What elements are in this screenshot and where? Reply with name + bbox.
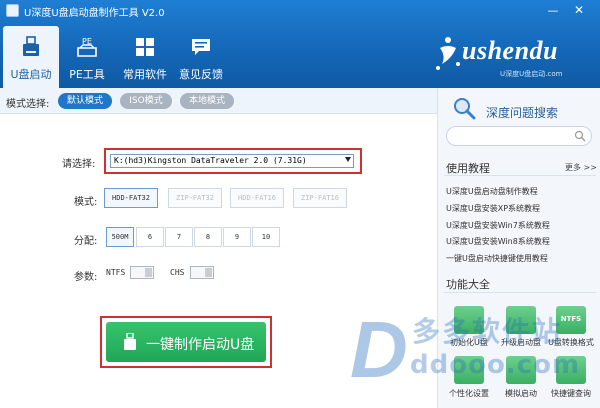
nav-item-usb-boot[interactable]: U盘启动 xyxy=(3,26,59,88)
tutorials-title: 使用教程 xyxy=(446,162,490,175)
divider xyxy=(444,175,596,176)
main-panel: 请选择: K:(hd3)Kingston DataTraveler 2.0 (7… xyxy=(0,114,437,408)
logo-tagline: U深度U盘启动.com xyxy=(500,70,563,78)
chs-label: CHS xyxy=(170,268,185,277)
apps-grid-icon xyxy=(136,38,154,56)
app-icon xyxy=(6,4,19,17)
ntfs-convert-icon[interactable]: NTFS xyxy=(556,306,586,334)
upgrade-icon[interactable] xyxy=(506,306,536,334)
usb-drive-icon xyxy=(23,36,39,56)
sidebar: 深度问题搜索 使用教程 更多 >> U深度U盘启动盘制作教程 U深度U盘安装XP… xyxy=(437,88,600,408)
ntfs-toggle[interactable] xyxy=(130,266,154,279)
make-button-label: 一键制作启动U盘 xyxy=(146,337,255,353)
nav-label: 意见反馈 xyxy=(179,68,223,81)
make-bootable-usb-button[interactable]: 一键制作启动U盘 xyxy=(106,322,266,362)
function-label: 个性化设置 xyxy=(449,389,489,398)
ushendu-logo: ushendu U深度U盘启动.com xyxy=(432,30,592,82)
usb-drive-icon xyxy=(124,333,136,350)
tutorial-link[interactable]: U深度U盘安装XP系统教程 xyxy=(446,203,540,214)
function-label: 初始化U盘 xyxy=(450,338,488,347)
select-label: 请选择: xyxy=(62,159,96,170)
chs-toggle[interactable] xyxy=(190,266,214,279)
logo-swirl-icon xyxy=(436,37,460,70)
minimize-button[interactable]: — xyxy=(544,3,562,18)
size-6-button[interactable]: 6 xyxy=(136,227,164,247)
size-10-button[interactable]: 10 xyxy=(252,227,280,247)
partition-label: 分配: xyxy=(74,236,98,247)
make-button-highlight: 一键制作启动U盘 xyxy=(100,316,272,368)
format-zip-fat32[interactable]: ZIP-FAT32 xyxy=(168,188,222,208)
format-mode-label: 模式: xyxy=(74,197,98,208)
function-label: 快捷键查询 xyxy=(551,389,591,398)
size-9-button[interactable]: 9 xyxy=(223,227,251,247)
mode-iso-button[interactable]: ISO模式 xyxy=(120,93,172,109)
format-zip-fat16[interactable]: ZIP-FAT16 xyxy=(293,188,347,208)
more-tutorials-link[interactable]: 更多 >> xyxy=(565,162,597,173)
mode-default-button[interactable]: 默认模式 xyxy=(58,93,112,109)
close-button[interactable]: ✕ xyxy=(570,3,588,18)
init-usb-icon[interactable] xyxy=(454,306,484,334)
format-hdd-fat32[interactable]: HDD-FAT32 xyxy=(104,188,158,208)
tutorial-link[interactable]: U深度U盘安装Win7系统教程 xyxy=(446,220,550,231)
format-hdd-fat16[interactable]: HDD-FAT16 xyxy=(230,188,284,208)
tutorial-link[interactable]: U深度U盘安装Win8系统教程 xyxy=(446,236,550,247)
tutorial-link[interactable]: U深度U盘启动盘制作教程 xyxy=(446,186,538,197)
tutorial-link[interactable]: 一键U盘启动快捷键使用教程 xyxy=(446,253,548,264)
toggle-knob xyxy=(145,268,152,277)
shortcut-query-icon[interactable] xyxy=(556,356,586,384)
ntfs-label: NTFS xyxy=(106,268,126,277)
nav-item-common-software[interactable]: 常用软件 xyxy=(117,26,173,88)
chevron-down-icon xyxy=(345,157,351,162)
feedback-chat-icon xyxy=(192,39,210,55)
search-title: 深度问题搜索 xyxy=(486,106,559,120)
functions-title: 功能大全 xyxy=(446,278,490,291)
ntfs-icon-text: NTFS xyxy=(560,315,582,323)
drive-select[interactable]: K:(hd3)Kingston DataTraveler 2.0 (7.31G) xyxy=(110,154,354,168)
drive-select-highlight: K:(hd3)Kingston DataTraveler 2.0 (7.31G) xyxy=(104,148,362,174)
toggle-knob xyxy=(205,268,212,277)
nav-label: PE工具 xyxy=(69,68,105,81)
pe-tool-icon: PE xyxy=(77,37,97,57)
simulate-boot-icon[interactable] xyxy=(506,356,536,384)
mode-bar-label: 模式选择: xyxy=(6,99,50,110)
drive-select-value: K:(hd3)Kingston DataTraveler 2.0 (7.31G) xyxy=(114,156,307,165)
title-bar: U深度U盘启动盘制作工具 V2.0 — ✕ xyxy=(0,0,600,22)
magnifier-icon[interactable] xyxy=(574,130,586,142)
logo-text: ushendu xyxy=(462,36,558,65)
params-label: 参数: xyxy=(74,272,98,283)
search-icon xyxy=(454,98,476,120)
window-title: U深度U盘启动盘制作工具 V2.0 xyxy=(24,8,165,19)
search-input[interactable] xyxy=(446,126,592,146)
nav-item-pe-tools[interactable]: PE PE工具 xyxy=(59,26,115,88)
divider xyxy=(444,292,596,293)
personalize-icon[interactable] xyxy=(454,356,484,384)
size-500m-button[interactable]: 500M xyxy=(106,227,134,247)
function-label: U盘转换格式 xyxy=(548,338,594,347)
mode-local-button[interactable]: 本地模式 xyxy=(180,93,234,109)
size-7-button[interactable]: 7 xyxy=(165,227,193,247)
nav-label: 常用软件 xyxy=(123,68,167,81)
app-header: U深度U盘启动盘制作工具 V2.0 — ✕ U盘启动 PE PE工具 常用软件 … xyxy=(0,0,600,88)
size-8-button[interactable]: 8 xyxy=(194,227,222,247)
nav-label: U盘启动 xyxy=(10,68,52,81)
nav-item-feedback[interactable]: 意见反馈 xyxy=(173,26,229,88)
